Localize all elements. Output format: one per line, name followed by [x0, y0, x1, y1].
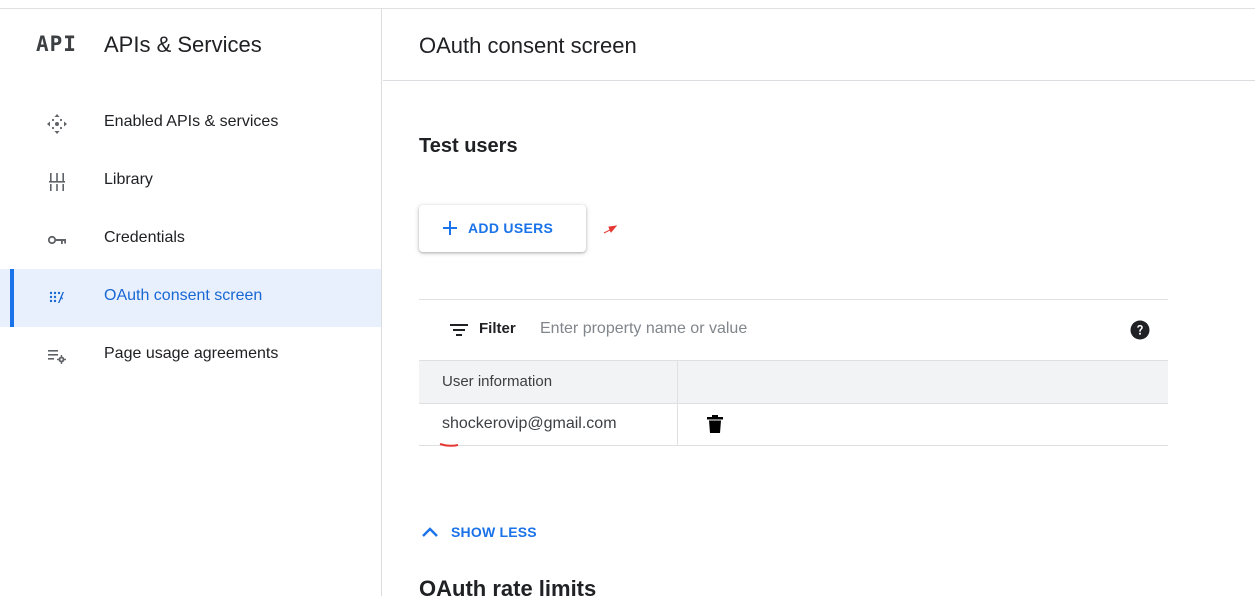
sidebar-item-label: Enabled APIs & services — [104, 113, 279, 130]
sidebar-item-label: Credentials — [104, 229, 185, 246]
filter-input[interactable] — [540, 316, 1100, 342]
sidebar-item-library[interactable]: Library — [0, 153, 381, 211]
filter-label: Filter — [479, 320, 516, 337]
api-hub-icon — [47, 114, 67, 134]
sidebar: API APIs & Services Enabled APIs & servi… — [0, 9, 382, 596]
consent-icon — [49, 291, 64, 303]
trash-icon[interactable] — [706, 414, 724, 434]
column-divider — [677, 361, 678, 403]
app-root: API APIs & Services Enabled APIs & servi… — [0, 0, 1255, 596]
sidebar-item-credentials[interactable]: Credentials — [0, 211, 381, 269]
add-users-label: ADD USERS — [468, 220, 554, 236]
api-logo: API — [36, 32, 77, 56]
table-row: shockerovip@gmail.com — [419, 404, 1168, 447]
test-users-table: Filter User information shockerovip@gmai… — [419, 299, 1168, 447]
rate-limits-title: OAuth rate limits — [419, 576, 597, 596]
show-less-label: SHOW LESS — [451, 524, 537, 540]
sidebar-item-label: Page usage agreements — [104, 345, 279, 362]
add-users-button[interactable]: ADD USERS — [419, 205, 586, 252]
annotation-arrow-icon — [603, 225, 617, 234]
filter-bar: Filter — [419, 299, 1168, 361]
library-icon — [49, 173, 65, 191]
sidebar-nav: Enabled APIs & services Library Credenti… — [0, 95, 381, 385]
chevron-up-icon — [422, 527, 438, 537]
test-users-title: Test users — [419, 135, 518, 157]
sidebar-item-enabled-apis[interactable]: Enabled APIs & services — [0, 95, 381, 153]
sidebar-title: APIs & Services — [104, 32, 262, 57]
sidebar-item-oauth-consent[interactable]: OAuth consent screen — [0, 269, 381, 327]
column-divider — [677, 404, 678, 445]
sidebar-item-label: OAuth consent screen — [104, 287, 263, 304]
column-header-user-info: User information — [442, 373, 553, 390]
plus-icon — [443, 221, 457, 235]
sidebar-item-label: Library — [104, 171, 153, 188]
key-icon — [47, 235, 66, 245]
sidebar-item-page-usage[interactable]: Page usage agreements — [0, 327, 381, 385]
annotation-underline-icon — [439, 443, 459, 447]
main-header: OAuth consent screen — [383, 9, 1255, 81]
help-icon[interactable] — [1130, 320, 1150, 340]
sidebar-header: API APIs & Services — [0, 9, 381, 81]
table-header: User information — [419, 361, 1168, 404]
page-title: OAuth consent screen — [419, 33, 637, 58]
filter-icon[interactable] — [449, 322, 469, 338]
settings-list-icon — [48, 350, 66, 364]
user-email: shockerovip@gmail.com — [442, 415, 617, 432]
